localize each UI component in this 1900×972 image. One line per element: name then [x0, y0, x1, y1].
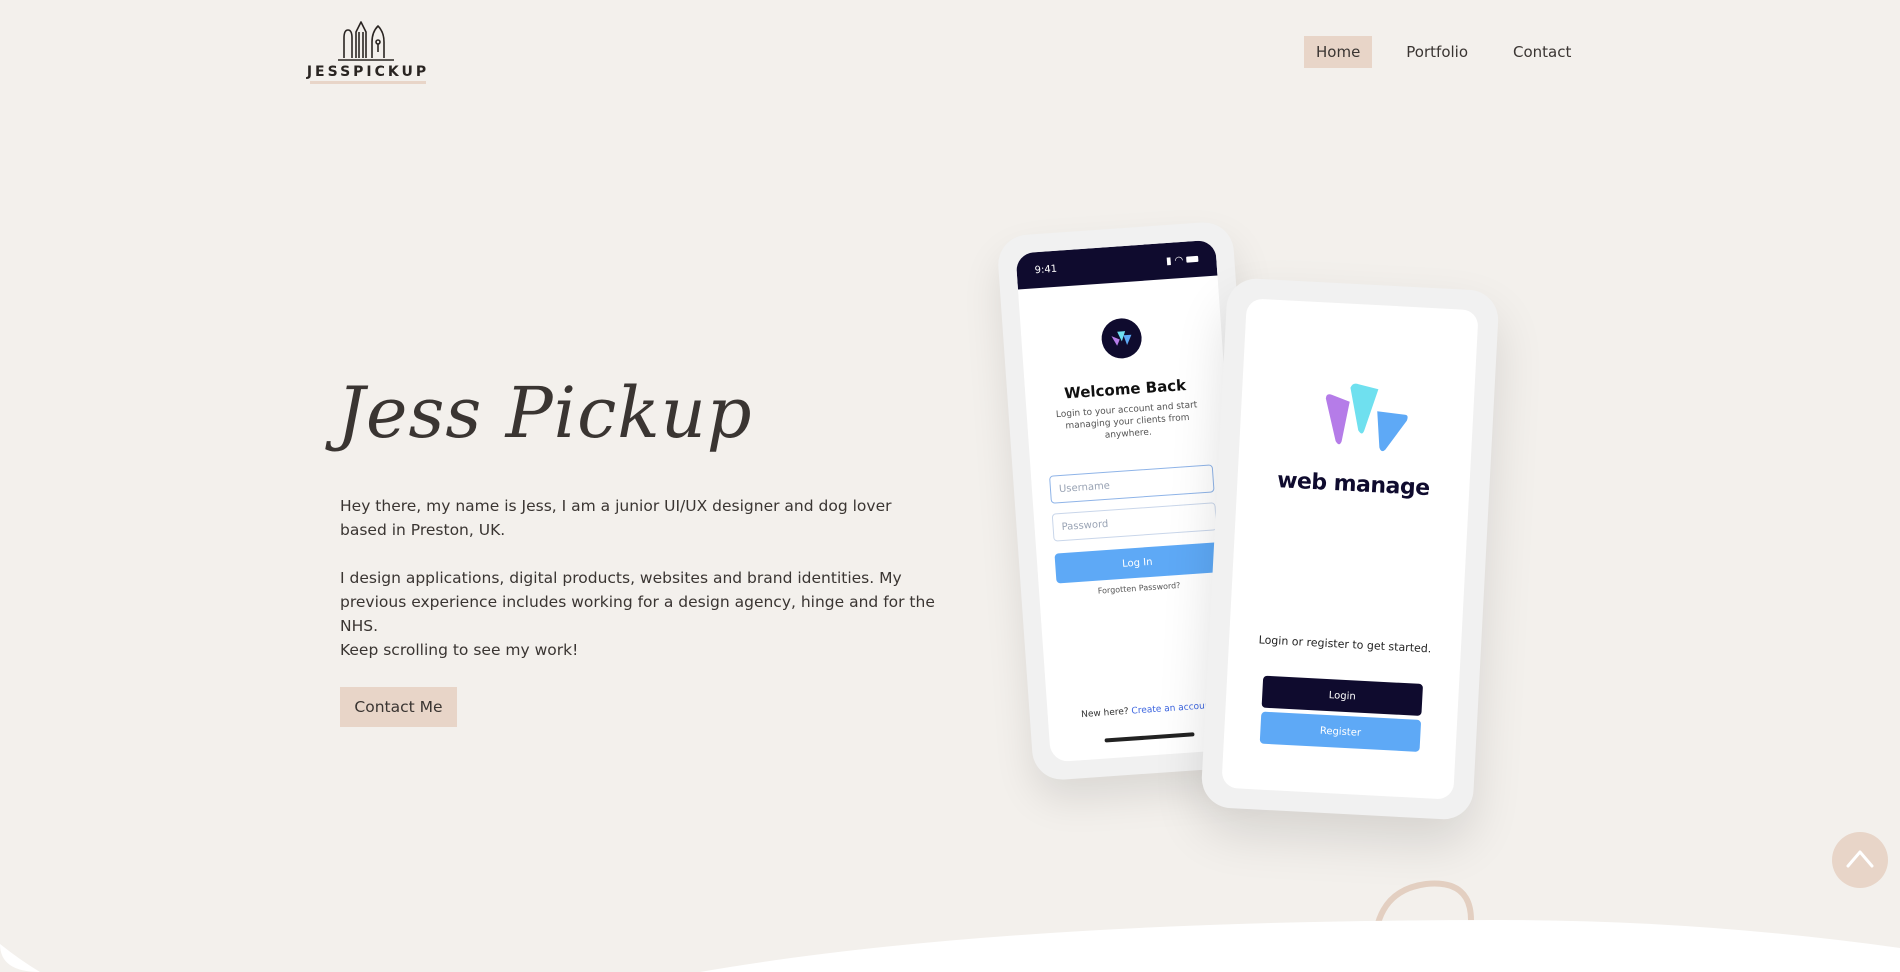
- web-manage-logo-icon: [1111, 331, 1132, 346]
- contact-me-button[interactable]: Contact Me: [340, 687, 457, 727]
- web-manage-logo-icon: [1325, 383, 1408, 452]
- mockup-register-button: Register: [1259, 711, 1422, 752]
- battery-icon: [1186, 255, 1199, 263]
- logo-underline: [310, 81, 426, 84]
- welcome-subheading: Login to your account and start managing…: [1055, 400, 1198, 441]
- home-indicator: [1104, 732, 1195, 743]
- logo-text: JESSPICKUP: [306, 64, 430, 80]
- nav-home[interactable]: Home: [1304, 36, 1373, 68]
- mockup-login-button: Log In: [1054, 542, 1221, 584]
- chevron-up-icon: [1846, 850, 1874, 868]
- mockup-splash-login-button: Login: [1261, 675, 1424, 716]
- hero-experience-paragraph: I design applications, digital products,…: [340, 569, 935, 635]
- status-icons: ▮ ◠: [1165, 253, 1199, 267]
- password-field: Password: [1051, 502, 1218, 542]
- username-field: Username: [1049, 464, 1215, 504]
- status-time: 9:41: [1034, 263, 1058, 276]
- hero-title: Jess Pickup: [337, 372, 753, 454]
- signal-icon: ▮: [1165, 255, 1172, 267]
- new-here-label: New here?: [1080, 706, 1130, 721]
- status-bar: 9:41 ▮ ◠: [1015, 239, 1218, 290]
- hero-scroll-paragraph: Keep scrolling to see my work!: [340, 641, 579, 659]
- web-manage-small-logo: [1100, 317, 1143, 360]
- pen-and-pencils-icon: [338, 21, 394, 61]
- hero-intro-paragraph: Hey there, my name is Jess, I am a junio…: [340, 497, 892, 539]
- main-nav: Home Portfolio Contact: [1304, 36, 1604, 68]
- create-account-link: Create an account: [1131, 700, 1215, 717]
- wifi-icon: ◠: [1174, 254, 1184, 266]
- site-logo[interactable]: JESSPICKUP: [306, 18, 430, 84]
- splash-tagline: Login or register to get started.: [1258, 633, 1432, 656]
- brand-name: web manage: [1276, 468, 1431, 502]
- nav-portfolio[interactable]: Portfolio: [1394, 36, 1480, 68]
- phone-mockup-splash: web manage Login or register to get star…: [1200, 277, 1500, 821]
- scroll-to-top-button[interactable]: [1832, 832, 1888, 888]
- decorative-wave: [0, 920, 1900, 972]
- nav-contact[interactable]: Contact: [1501, 36, 1583, 68]
- splash-screen: web manage Login or register to get star…: [1221, 298, 1479, 800]
